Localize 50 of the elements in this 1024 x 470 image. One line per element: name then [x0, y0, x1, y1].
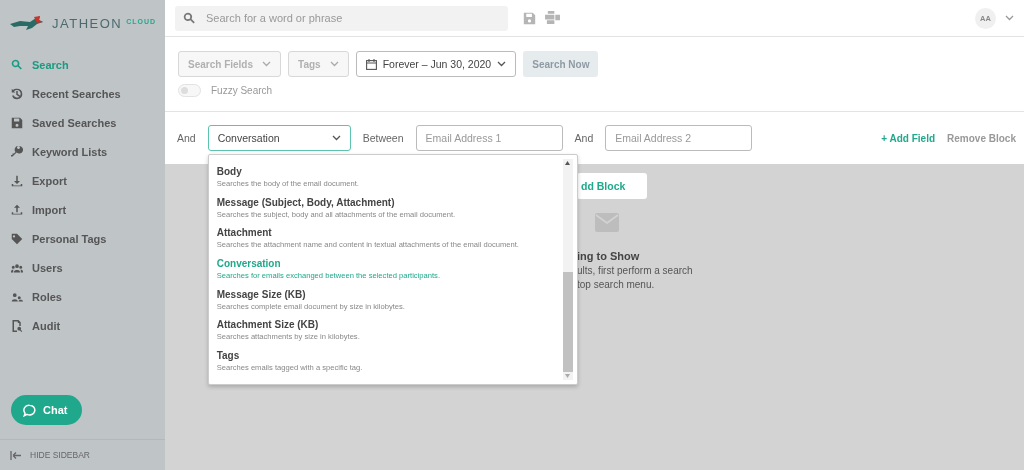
key-icon — [11, 145, 23, 158]
tag-icon — [11, 232, 23, 245]
empty-state-text: top search menu. — [577, 279, 655, 290]
and-label: And — [574, 132, 594, 144]
speech-bubble-icon — [23, 403, 36, 417]
between-label: Between — [362, 132, 404, 144]
sidebar-item[interactable]: Personal Tags — [0, 224, 165, 253]
user-group-icon — [11, 290, 23, 303]
operator-label: And — [177, 132, 196, 144]
sidebar-item[interactable]: Roles — [0, 282, 165, 311]
empty-state-title: ing to Show — [577, 250, 640, 262]
chevron-down-icon — [331, 135, 341, 141]
collapse-icon — [10, 450, 21, 460]
fuzzy-search-toggle[interactable] — [178, 84, 201, 97]
search-bar[interactable]: Search for a word or phrase — [175, 5, 508, 31]
empty-state-text: ults, first perform a search — [577, 265, 693, 276]
brand-name: JATHEON — [52, 16, 123, 31]
upload-icon — [11, 203, 23, 216]
sidebar-item[interactable]: Recent Searches — [0, 79, 165, 108]
chevron-down-icon — [262, 61, 272, 67]
scroll-up-icon — [565, 161, 571, 165]
toggle-label: Fuzzy Search — [211, 85, 273, 96]
search-field[interactable]: Search for a word or phrase — [204, 11, 500, 25]
email-field[interactable]: Email Address 1 — [415, 125, 563, 151]
scroll-down-icon — [565, 374, 571, 378]
chevron-down-icon — [329, 61, 339, 67]
chevron-down-icon — [497, 61, 507, 67]
sidebar-item[interactable]: Keyword Lists — [0, 137, 165, 166]
sidebar-item[interactable]: Saved Searches — [0, 108, 165, 137]
document-search-icon — [11, 319, 23, 332]
remove-block-link[interactable]: Remove Block — [947, 132, 1016, 144]
field-dropdown[interactable]: Conversation — [207, 125, 351, 151]
sidebar-item[interactable]: Import — [0, 195, 165, 224]
chevron-down-icon[interactable] — [1005, 15, 1014, 21]
sidebar-item[interactable]: Audit — [0, 311, 165, 340]
users-icon — [11, 261, 23, 274]
search-icon — [183, 11, 196, 25]
add-field-link[interactable]: + Add Field — [881, 132, 936, 144]
search-icon — [11, 58, 23, 71]
date-range-dropdown[interactable]: Forever – Jun 30, 2020 — [355, 51, 517, 77]
history-icon — [11, 87, 23, 100]
scrollbar[interactable] — [562, 159, 573, 380]
sidebar-item[interactable]: Export — [0, 166, 165, 195]
email-field[interactable]: Email Address 2 — [605, 125, 753, 151]
calendar-icon — [365, 58, 377, 70]
sidebar-item[interactable]: Users — [0, 253, 165, 282]
download-icon — [11, 174, 23, 187]
fox-logo-icon — [10, 15, 44, 32]
add-block-button[interactable]: dd Block — [577, 173, 647, 199]
chat-button[interactable]: Chat — [11, 395, 82, 425]
